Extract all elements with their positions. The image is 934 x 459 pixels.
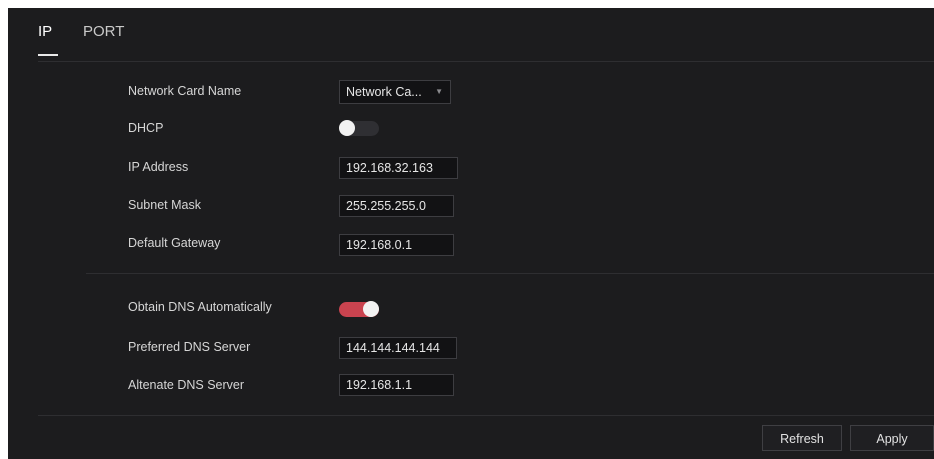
default-gateway-label: Default Gateway bbox=[128, 236, 221, 250]
obtain-dns-label: Obtain DNS Automatically bbox=[128, 300, 272, 314]
tab-port[interactable]: PORT bbox=[83, 23, 124, 40]
network-card-name-label: Network Card Name bbox=[128, 84, 242, 98]
ip-address-label: IP Address bbox=[128, 160, 189, 174]
section-divider bbox=[86, 273, 934, 274]
obtain-dns-toggle-knob bbox=[363, 301, 379, 317]
apply-button[interactable]: Apply bbox=[850, 425, 934, 451]
active-tab-indicator bbox=[38, 54, 58, 56]
subnet-mask-label: Subnet Mask bbox=[128, 198, 201, 212]
default-gateway-input[interactable] bbox=[339, 234, 454, 256]
network-card-select[interactable]: Network Ca... ▼ bbox=[339, 80, 451, 104]
alternate-dns-label: Altenate DNS Server bbox=[128, 378, 245, 392]
dhcp-toggle[interactable] bbox=[339, 120, 379, 136]
network-settings-panel: IP PORT Network Card Name Network Ca... … bbox=[8, 8, 934, 459]
tab-divider bbox=[38, 61, 934, 62]
alternate-dns-input[interactable] bbox=[339, 374, 454, 396]
ip-address-input[interactable] bbox=[339, 157, 458, 179]
network-card-select-value: Network Ca... bbox=[346, 85, 422, 99]
refresh-button[interactable]: Refresh bbox=[762, 425, 842, 451]
preferred-dns-label: Preferred DNS Server bbox=[128, 340, 251, 354]
tab-ip[interactable]: IP bbox=[38, 23, 52, 40]
subnet-mask-input[interactable] bbox=[339, 195, 454, 217]
dhcp-label: DHCP bbox=[128, 121, 164, 135]
tab-bar: IP PORT bbox=[8, 8, 934, 62]
chevron-down-icon: ▼ bbox=[435, 87, 443, 96]
footer-divider bbox=[38, 415, 934, 416]
obtain-dns-toggle[interactable] bbox=[339, 301, 379, 317]
preferred-dns-input[interactable] bbox=[339, 337, 457, 359]
dhcp-toggle-knob bbox=[339, 120, 355, 136]
